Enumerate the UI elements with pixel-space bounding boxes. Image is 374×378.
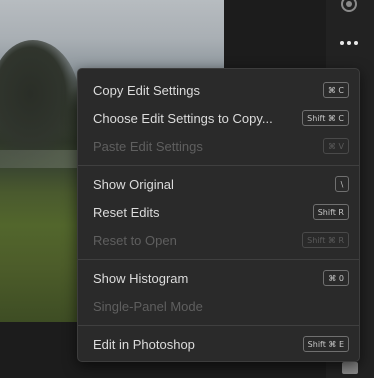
menu-item-label: Single-Panel Mode <box>93 298 203 314</box>
more-dot <box>354 41 358 45</box>
menu-item-label: Choose Edit Settings to Copy... <box>93 110 273 126</box>
menu-separator <box>78 165 359 166</box>
menu-item-label: Paste Edit Settings <box>93 138 203 154</box>
more-options-button[interactable] <box>336 33 362 53</box>
menu-item-single-panel-mode[interactable]: Single-Panel Mode <box>78 294 359 318</box>
shortcut-badge: Shift ⌘ C <box>302 110 349 126</box>
menu-separator <box>78 259 359 260</box>
context-menu: Copy Edit Settings ⌘ C Choose Edit Setti… <box>77 68 360 362</box>
menu-item-show-original[interactable]: Show Original \ <box>78 172 359 196</box>
menu-item-edit-in-photoshop[interactable]: Edit in Photoshop Shift ⌘ E <box>78 332 359 356</box>
menu-item-show-histogram[interactable]: Show Histogram ⌘ 0 <box>78 266 359 290</box>
menu-item-label: Reset to Open <box>93 232 177 248</box>
menu-item-label: Show Histogram <box>93 270 189 286</box>
shortcut-badge: ⌘ 0 <box>323 270 349 286</box>
more-dot <box>340 41 344 45</box>
menu-item-label: Edit in Photoshop <box>93 336 195 352</box>
shortcut-badge: ⌘ C <box>322 82 349 98</box>
menu-separator <box>78 325 359 326</box>
shortcut-badge: \ <box>335 176 349 192</box>
menu-item-reset-to-open[interactable]: Reset to Open Shift ⌘ R <box>78 228 359 252</box>
menu-item-reset-edits[interactable]: Reset Edits Shift R <box>78 200 359 224</box>
menu-item-copy-edit-settings[interactable]: Copy Edit Settings ⌘ C <box>78 78 359 102</box>
shortcut-badge: ⌘ V <box>322 138 349 154</box>
menu-item-label: Copy Edit Settings <box>93 82 200 98</box>
menu-item-label: Reset Edits <box>93 204 160 220</box>
more-dot <box>347 41 351 45</box>
shortcut-badge: Shift R <box>312 204 349 220</box>
menu-item-choose-edit-settings[interactable]: Choose Edit Settings to Copy... Shift ⌘ … <box>78 106 359 130</box>
menu-item-label: Show Original <box>93 176 174 192</box>
shortcut-badge: Shift ⌘ R <box>302 232 349 248</box>
shortcut-badge: Shift ⌘ E <box>302 336 349 352</box>
menu-item-paste-edit-settings[interactable]: Paste Edit Settings ⌘ V <box>78 134 359 158</box>
comment-icon[interactable] <box>342 362 358 374</box>
